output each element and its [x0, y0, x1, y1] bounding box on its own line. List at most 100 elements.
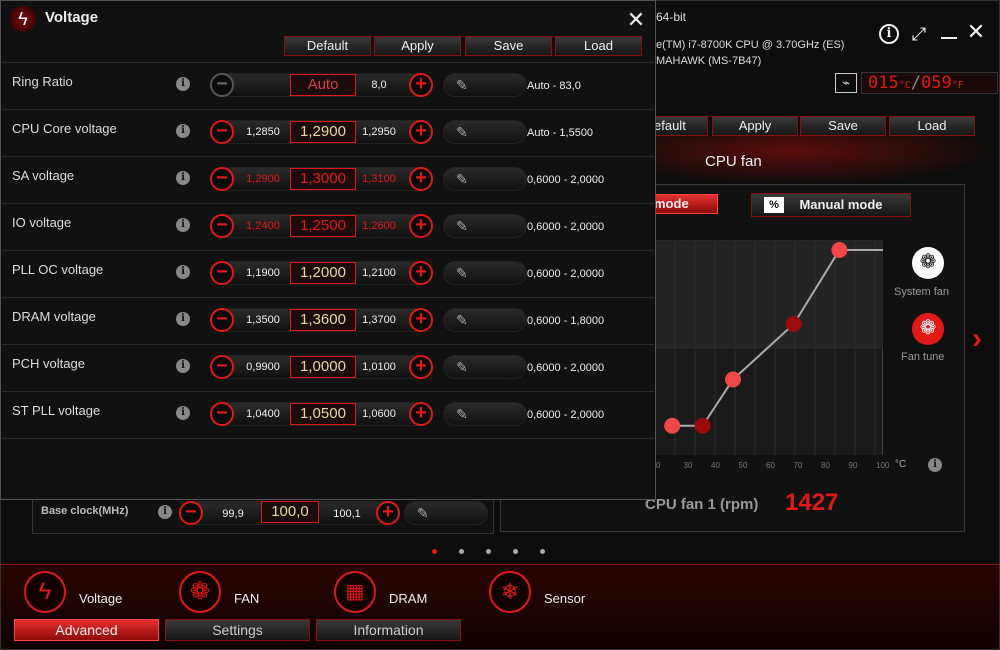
fan-x-tick: 100: [876, 461, 890, 470]
row-plus-button-dram-voltage[interactable]: +: [409, 308, 433, 332]
row-plus-button-sa-voltage[interactable]: +: [409, 167, 433, 191]
row-edit-button-pll-oc-voltage[interactable]: ✎: [443, 261, 527, 285]
thermometer-icon: ⌁: [835, 73, 857, 93]
row-info-icon[interactable]: i: [176, 77, 190, 91]
row-minus-button-io-voltage[interactable]: −: [210, 214, 234, 238]
nav-item-sensor[interactable]: ❄ Sensor: [489, 571, 599, 613]
fan-x-tick: 50: [738, 461, 748, 470]
row-plus-button-io-voltage[interactable]: +: [409, 214, 433, 238]
temp-f-value: 059: [921, 73, 952, 93]
fan-info-icon[interactable]: i: [928, 458, 942, 472]
row-value-pch-voltage[interactable]: 1,0000: [290, 356, 356, 378]
fan-x-tick: 80: [821, 461, 830, 470]
page-dot[interactable]: [459, 549, 464, 554]
nav-item-dram[interactable]: ▦ DRAM: [334, 571, 444, 613]
row-minus-button-dram-voltage[interactable]: −: [210, 308, 234, 332]
temp-c-unit: °C: [898, 80, 911, 91]
fan-curve-point[interactable]: [664, 417, 681, 434]
row-plus-button-pch-voltage[interactable]: +: [409, 355, 433, 379]
row-high-value-pch-voltage: 1,0100: [362, 361, 396, 373]
base-clock-minus-button[interactable]: −: [179, 501, 203, 525]
smart-mode-button[interactable]: mode: [652, 194, 718, 214]
nav-dram-label: DRAM: [389, 591, 428, 606]
row-info-icon[interactable]: i: [176, 124, 190, 138]
page-dots: [430, 549, 550, 557]
row-edit-button-sa-voltage[interactable]: ✎: [443, 167, 527, 191]
fan-curve-point[interactable]: [725, 371, 741, 388]
tab-advanced[interactable]: Advanced: [14, 619, 159, 641]
row-info-icon[interactable]: i: [176, 218, 190, 232]
row-value-dram-voltage[interactable]: 1,3600: [290, 309, 356, 331]
row-minus-button-st-pll-voltage[interactable]: −: [210, 402, 234, 426]
base-clock-info-icon[interactable]: i: [158, 505, 172, 519]
row-info-icon[interactable]: i: [176, 406, 190, 420]
fan-title: CPU fan: [705, 153, 762, 170]
fan-curve-point[interactable]: [694, 417, 711, 434]
row-info-icon[interactable]: i: [176, 171, 190, 185]
manual-mode-button[interactable]: % Manual mode: [751, 193, 911, 217]
minimize-icon[interactable]: [941, 37, 957, 39]
page-dot[interactable]: [432, 549, 437, 554]
row-plus-button-ring-ratio[interactable]: +: [409, 73, 433, 97]
info-button[interactable]: i: [879, 24, 899, 44]
row-edit-button-cpu-core-voltage[interactable]: ✎: [443, 120, 527, 144]
row-label-pll-oc-voltage: PLL OC voltage: [12, 262, 104, 277]
row-value-sa-voltage[interactable]: 1,3000: [290, 168, 356, 190]
row-edit-button-io-voltage[interactable]: ✎: [443, 214, 527, 238]
row-edit-button-dram-voltage[interactable]: ✎: [443, 308, 527, 332]
nav-item-fan[interactable]: ❁ FAN: [179, 571, 289, 613]
fan-tune-icon[interactable]: ❁: [912, 313, 944, 345]
row-low-value-sa-voltage: 1,2900: [246, 173, 280, 185]
os-bit-text: 64-bit: [656, 10, 687, 24]
bg-apply-button[interactable]: Apply: [712, 116, 798, 136]
row-minus-button-cpu-core-voltage[interactable]: −: [210, 120, 234, 144]
page-dot[interactable]: [540, 549, 545, 554]
bg-default-button[interactable]: efault: [652, 116, 708, 136]
nav-voltage-label: Voltage: [79, 591, 123, 606]
base-clock-label: Base clock(MHz): [41, 505, 129, 517]
row-range-sa-voltage: 0,6000 - 2,0000: [527, 174, 605, 186]
system-fan-icon[interactable]: ❁: [912, 247, 944, 279]
bg-save-button[interactable]: Save: [800, 116, 886, 136]
fan-curve-chart[interactable]: [655, 240, 883, 455]
bg-load-button[interactable]: Load: [889, 116, 975, 136]
tab-information[interactable]: Information: [316, 619, 461, 641]
fan-icon: ❁: [179, 571, 221, 613]
row-minus-button-pch-voltage[interactable]: −: [210, 355, 234, 379]
row-value-pll-oc-voltage[interactable]: 1,2000: [290, 262, 356, 284]
page-dot[interactable]: [486, 549, 491, 554]
row-minus-button-pll-oc-voltage[interactable]: −: [210, 261, 234, 285]
base-clock-edit-button[interactable]: ✎: [404, 501, 488, 525]
base-clock-plus-button[interactable]: +: [376, 501, 400, 525]
row-value-ring-ratio[interactable]: Auto: [290, 74, 356, 96]
row-minus-button-ring-ratio[interactable]: −: [210, 73, 234, 97]
row-value-cpu-core-voltage[interactable]: 1,2900: [290, 121, 356, 143]
system-fan-label[interactable]: System fan: [894, 286, 949, 298]
row-edit-button-st-pll-voltage[interactable]: ✎: [443, 402, 527, 426]
fan-curve-point[interactable]: [831, 242, 848, 258]
base-clock-high: 100,1: [333, 508, 361, 520]
row-edit-button-ring-ratio[interactable]: ✎: [443, 73, 527, 97]
thermometer-snow-icon: ❄: [489, 571, 531, 613]
fan-curve-point[interactable]: [785, 316, 802, 332]
row-value-st-pll-voltage[interactable]: 1,0500: [290, 403, 356, 425]
tab-settings[interactable]: Settings: [165, 619, 310, 641]
close-window-icon[interactable]: ✕: [966, 21, 986, 43]
fan-tune-label[interactable]: Fan tune: [901, 351, 944, 363]
base-clock-value[interactable]: 100,0: [261, 501, 319, 523]
next-page-chevron-icon[interactable]: ›: [972, 322, 982, 356]
nav-item-voltage[interactable]: ϟ Voltage: [24, 571, 134, 613]
row-info-icon[interactable]: i: [176, 359, 190, 373]
row-high-value-pll-oc-voltage: 1,2100: [362, 267, 396, 279]
row-plus-button-st-pll-voltage[interactable]: +: [409, 402, 433, 426]
expand-icon[interactable]: ⤢: [909, 24, 929, 44]
row-info-icon[interactable]: i: [176, 312, 190, 326]
row-minus-button-sa-voltage[interactable]: −: [210, 167, 234, 191]
row-plus-button-cpu-core-voltage[interactable]: +: [409, 120, 433, 144]
row-info-icon[interactable]: i: [176, 265, 190, 279]
row-edit-button-pch-voltage[interactable]: ✎: [443, 355, 527, 379]
row-value-io-voltage[interactable]: 1,2500: [290, 215, 356, 237]
row-plus-button-pll-oc-voltage[interactable]: +: [409, 261, 433, 285]
page-dot[interactable]: [513, 549, 518, 554]
row-low-value-cpu-core-voltage: 1,2850: [246, 126, 280, 138]
